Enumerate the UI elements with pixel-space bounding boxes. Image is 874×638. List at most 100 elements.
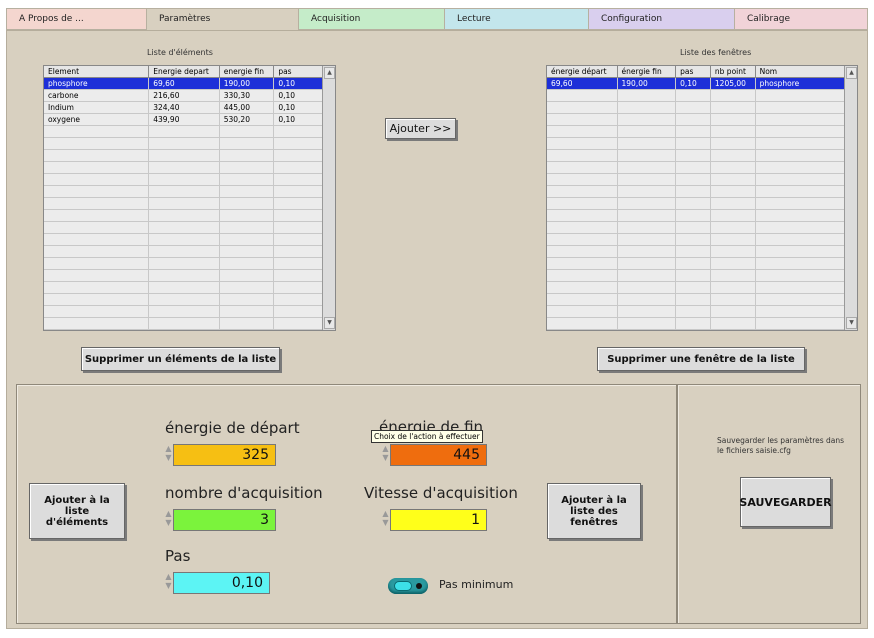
spinner-icon[interactable]: ▲ ▼ xyxy=(382,444,389,462)
table-row[interactable] xyxy=(547,294,845,306)
column-header[interactable]: energie fin xyxy=(219,66,275,78)
table-row[interactable] xyxy=(44,186,323,198)
table-cell xyxy=(676,222,711,233)
table-cell xyxy=(149,150,220,161)
table-row[interactable] xyxy=(44,234,323,246)
table-row[interactable] xyxy=(44,318,323,330)
step-label: Pas xyxy=(165,547,191,565)
table-row[interactable] xyxy=(547,150,845,162)
table-row[interactable] xyxy=(547,198,845,210)
table-row[interactable] xyxy=(547,102,845,114)
column-header[interactable]: énergie départ xyxy=(547,66,618,78)
table-cell xyxy=(676,270,711,281)
table-row[interactable] xyxy=(547,174,845,186)
table-row[interactable] xyxy=(547,258,845,270)
table-row[interactable] xyxy=(547,126,845,138)
add-window-button[interactable]: Ajouter >> xyxy=(385,118,456,139)
table-row[interactable] xyxy=(44,306,323,318)
table-row[interactable] xyxy=(44,270,323,282)
table-row[interactable] xyxy=(44,150,323,162)
table-row[interactable] xyxy=(44,138,323,150)
spinner-icon[interactable]: ▲ ▼ xyxy=(165,572,172,590)
tab-a-propos[interactable]: A Propos de ... xyxy=(6,8,152,30)
table-cell xyxy=(220,186,275,197)
table-row[interactable] xyxy=(547,282,845,294)
acquisition-count-label: nombre d'acquisition xyxy=(165,484,323,502)
table-row[interactable] xyxy=(547,318,845,330)
tab-configuration[interactable]: Configuration xyxy=(588,8,736,30)
table-row[interactable] xyxy=(44,246,323,258)
table-row[interactable] xyxy=(44,222,323,234)
delete-element-button[interactable]: Supprimer un éléments de la liste xyxy=(81,347,280,371)
acquisition-count-input[interactable]: 3 xyxy=(173,509,276,531)
window-list-header: énergie départ énergie fin pas nb point … xyxy=(547,66,845,78)
tab-calibrage[interactable]: Calibrage xyxy=(734,8,868,30)
table-row[interactable]: 69,60 190,00 0,10 1205,00 phosphore xyxy=(547,78,845,90)
min-step-toggle[interactable] xyxy=(388,578,428,594)
add-to-windows-button[interactable]: Ajouter à la liste des fenêtres xyxy=(547,483,641,539)
table-cell: 190,00 xyxy=(618,78,677,89)
table-row[interactable] xyxy=(547,234,845,246)
table-cell xyxy=(547,174,618,185)
spinner-icon[interactable]: ▲ ▼ xyxy=(382,509,389,527)
table-row[interactable] xyxy=(44,282,323,294)
table-row[interactable]: phosphore 69,60 190,00 0,10 xyxy=(44,78,323,90)
column-header[interactable]: énergie fin xyxy=(617,66,677,78)
table-row[interactable] xyxy=(547,210,845,222)
table-cell xyxy=(676,138,711,149)
table-row[interactable] xyxy=(547,186,845,198)
scroll-down-icon[interactable]: ▼ xyxy=(846,317,857,329)
window-list-scrollbar[interactable]: ▲ ▼ xyxy=(844,66,857,330)
table-cell xyxy=(676,162,711,173)
end-energy-input[interactable]: 445 xyxy=(390,444,487,466)
table-row[interactable] xyxy=(547,138,845,150)
table-row[interactable] xyxy=(547,222,845,234)
step-input[interactable]: 0,10 xyxy=(173,572,270,594)
tab-lecture[interactable]: Lecture xyxy=(444,8,590,30)
table-cell xyxy=(220,246,275,257)
table-cell xyxy=(220,318,275,329)
add-to-elements-button[interactable]: Ajouter à la liste d'éléments xyxy=(29,483,125,539)
column-header[interactable]: Element xyxy=(44,66,150,78)
table-row[interactable] xyxy=(44,294,323,306)
window-list-table[interactable]: énergie départ énergie fin pas nb point … xyxy=(546,65,858,331)
spinner-icon[interactable]: ▲ ▼ xyxy=(165,444,172,462)
table-row[interactable] xyxy=(44,258,323,270)
table-row[interactable] xyxy=(44,126,323,138)
table-row[interactable]: carbone 216,60 330,30 0,10 xyxy=(44,90,323,102)
table-cell: phosphore xyxy=(756,78,845,89)
scroll-up-icon[interactable]: ▲ xyxy=(324,67,335,79)
table-row[interactable] xyxy=(547,306,845,318)
table-row[interactable] xyxy=(547,114,845,126)
column-header[interactable]: Energie depart xyxy=(149,66,220,78)
table-row[interactable]: oxygene 439,90 530,20 0,10 xyxy=(44,114,323,126)
column-header[interactable]: pas xyxy=(274,66,323,78)
table-row[interactable] xyxy=(547,162,845,174)
tab-parametres[interactable]: Paramètres xyxy=(146,8,300,30)
table-cell xyxy=(220,306,275,317)
table-row[interactable] xyxy=(44,174,323,186)
table-row[interactable] xyxy=(44,210,323,222)
start-energy-label: énergie de départ xyxy=(165,419,300,437)
delete-window-button[interactable]: Supprimer une fenêtre de la liste xyxy=(597,347,805,371)
table-row[interactable] xyxy=(547,246,845,258)
start-energy-input[interactable]: 325 xyxy=(173,444,276,466)
table-row[interactable]: Indium 324,40 445,00 0,10 xyxy=(44,102,323,114)
column-header[interactable]: pas xyxy=(676,66,711,78)
spinner-icon[interactable]: ▲ ▼ xyxy=(165,509,172,527)
acquisition-speed-input[interactable]: 1 xyxy=(390,509,487,531)
column-header[interactable]: Nom xyxy=(755,66,845,78)
table-row[interactable] xyxy=(44,198,323,210)
table-cell xyxy=(676,234,711,245)
scroll-up-icon[interactable]: ▲ xyxy=(846,67,857,79)
table-row[interactable] xyxy=(44,162,323,174)
scroll-down-icon[interactable]: ▼ xyxy=(324,317,335,329)
element-list-scrollbar[interactable]: ▲ ▼ xyxy=(322,66,335,330)
table-cell xyxy=(756,294,845,305)
column-header[interactable]: nb point xyxy=(710,66,756,78)
save-button[interactable]: SAUVEGARDER xyxy=(739,477,832,527)
element-list-table[interactable]: Element Energie depart energie fin pas p… xyxy=(43,65,336,331)
tab-acquisition[interactable]: Acquisition xyxy=(298,8,446,30)
table-row[interactable] xyxy=(547,270,845,282)
table-row[interactable] xyxy=(547,90,845,102)
